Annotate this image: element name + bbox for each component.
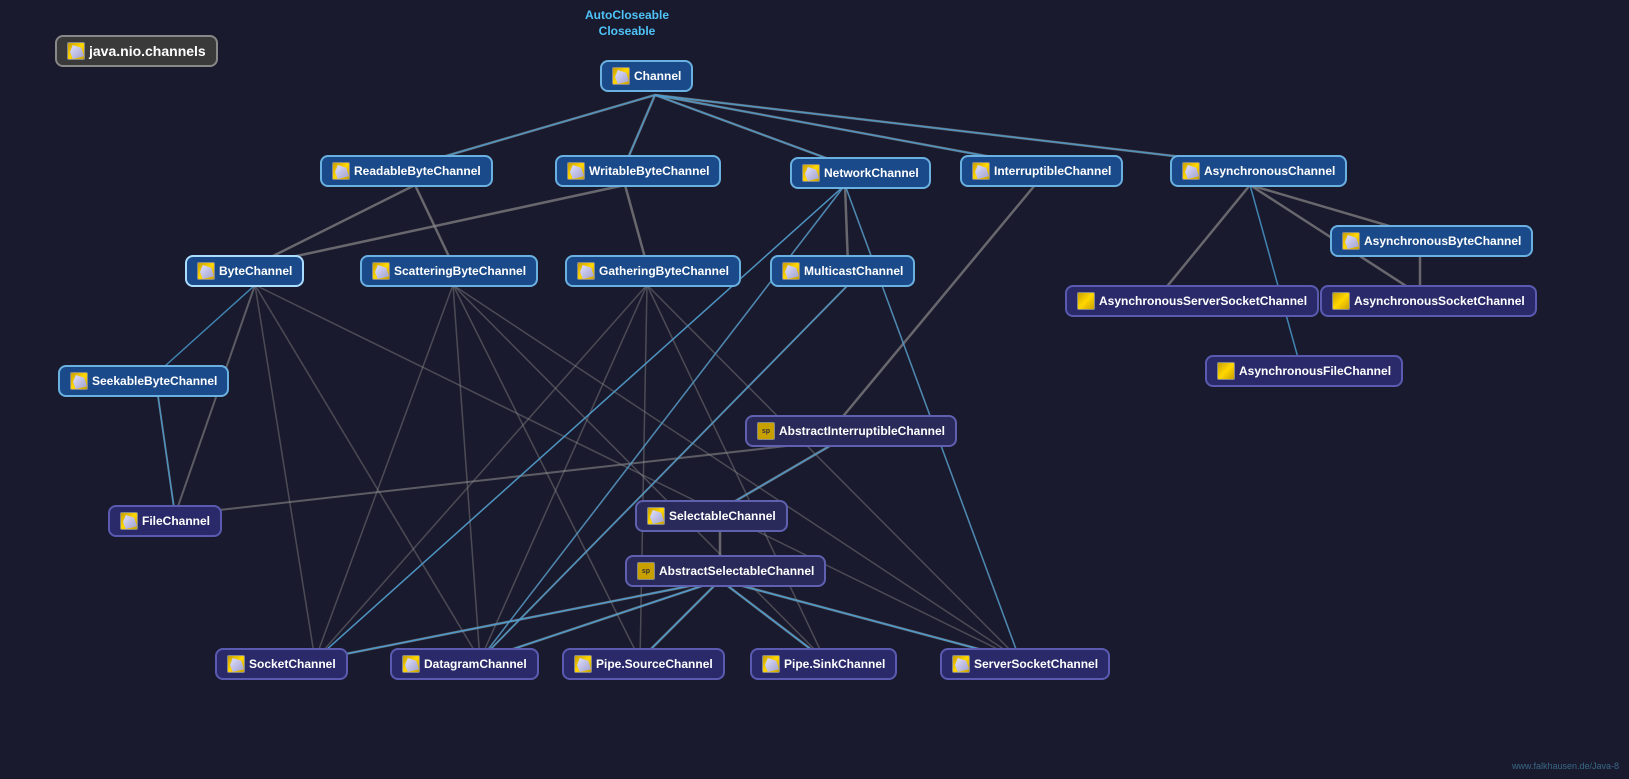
selectable-channel-node[interactable]: SelectableChannel (635, 500, 788, 532)
asynchronous-socket-channel-node[interactable]: AsynchronousSocketChannel (1320, 285, 1537, 317)
abstract-selectable-channel-node[interactable]: sp AbstractSelectableChannel (625, 555, 826, 587)
datagram-channel-icon (402, 655, 420, 673)
watermark: www.falkhausen.de/Java-8 (1512, 761, 1619, 771)
server-socket-icon (952, 655, 970, 673)
async-socket-channel-icon (1332, 292, 1350, 310)
channel-parents-label: AutoCloseable Closeable (585, 8, 669, 39)
writable-byte-channel-icon (567, 162, 585, 180)
datagram-channel-node[interactable]: DatagramChannel (390, 648, 539, 680)
multicast-channel-icon (782, 262, 800, 280)
channel-node[interactable]: Channel (600, 60, 693, 92)
readable-byte-channel-icon (332, 162, 350, 180)
scattering-byte-channel-icon (372, 262, 390, 280)
seekable-byte-channel-node[interactable]: SeekableByteChannel (58, 365, 229, 397)
channel-icon (612, 67, 630, 85)
socket-channel-node[interactable]: SocketChannel (215, 648, 348, 680)
diagram-container: java.nio.channels AutoCloseable Closeabl… (0, 0, 1629, 779)
socket-channel-icon (227, 655, 245, 673)
byte-channel-node[interactable]: ByteChannel (185, 255, 304, 287)
seekable-byte-channel-icon (70, 372, 88, 390)
readable-byte-channel-node[interactable]: ReadableByteChannel (320, 155, 493, 187)
gathering-byte-channel-icon (577, 262, 595, 280)
gathering-byte-channel-node[interactable]: GatheringByteChannel (565, 255, 741, 287)
file-channel-node[interactable]: FileChannel (108, 505, 222, 537)
selectable-channel-icon (647, 507, 665, 525)
asynchronous-channel-node[interactable]: AsynchronousChannel (1170, 155, 1347, 187)
abstract-interruptible-channel-node[interactable]: sp AbstractInterruptibleChannel (745, 415, 957, 447)
package-label: java.nio.channels (55, 35, 218, 67)
network-channel-node[interactable]: NetworkChannel (790, 157, 931, 189)
abstract-selectable-icon: sp (637, 562, 655, 580)
pipe-source-channel-node[interactable]: Pipe.SourceChannel (562, 648, 725, 680)
asynchronous-channel-icon (1182, 162, 1200, 180)
pipe-sink-channel-node[interactable]: Pipe.SinkChannel (750, 648, 897, 680)
pipe-sink-icon (762, 655, 780, 673)
scattering-byte-channel-node[interactable]: ScatteringByteChannel (360, 255, 538, 287)
async-server-socket-icon (1077, 292, 1095, 310)
abstract-interruptible-icon: sp (757, 422, 775, 440)
async-file-channel-icon (1217, 362, 1235, 380)
package-icon (67, 42, 85, 60)
asynchronous-server-socket-channel-node[interactable]: AsynchronousServerSocketChannel (1065, 285, 1319, 317)
asynchronous-file-channel-node[interactable]: AsynchronousFileChannel (1205, 355, 1403, 387)
multicast-channel-node[interactable]: MulticastChannel (770, 255, 915, 287)
network-channel-icon (802, 164, 820, 182)
asynchronous-byte-channel-node[interactable]: AsynchronousByteChannel (1330, 225, 1533, 257)
interruptible-channel-icon (972, 162, 990, 180)
server-socket-channel-node[interactable]: ServerSocketChannel (940, 648, 1110, 680)
asynchronous-byte-channel-icon (1342, 232, 1360, 250)
interruptible-channel-node[interactable]: InterruptibleChannel (960, 155, 1123, 187)
pipe-source-icon (574, 655, 592, 673)
byte-channel-icon (197, 262, 215, 280)
file-channel-icon (120, 512, 138, 530)
writable-byte-channel-node[interactable]: WritableByteChannel (555, 155, 721, 187)
